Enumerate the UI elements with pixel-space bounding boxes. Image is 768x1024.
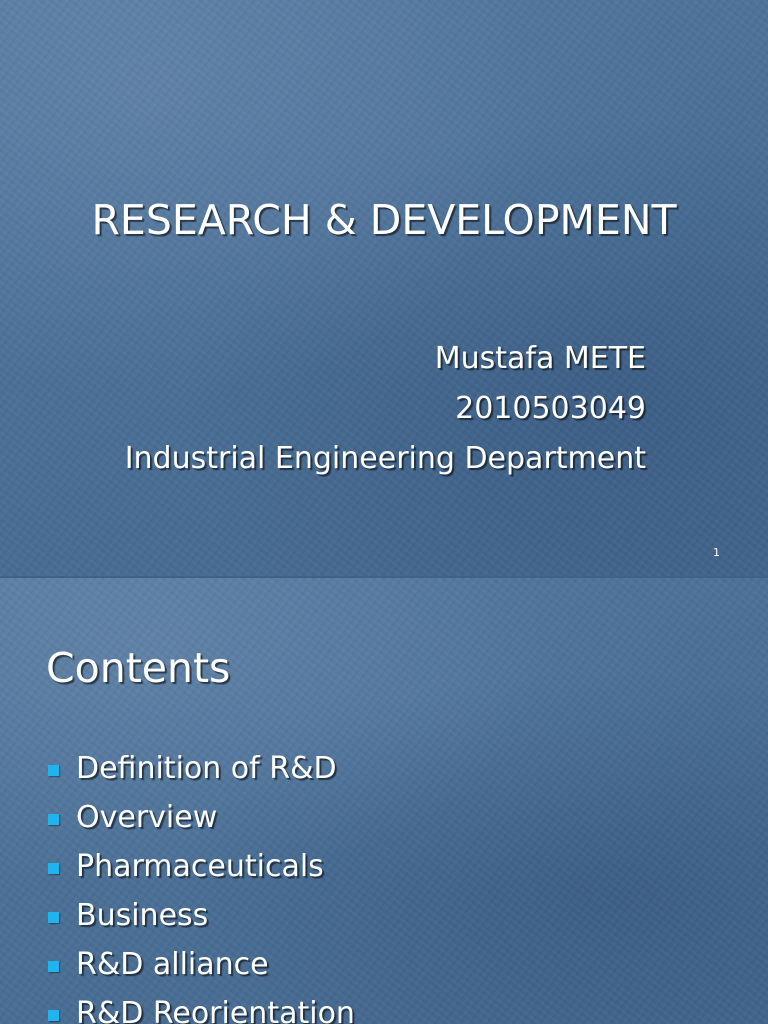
list-item: Business xyxy=(48,891,355,940)
list-item-label: Overview xyxy=(76,800,218,835)
square-bullet-icon xyxy=(48,765,59,776)
list-item-label: R&D Reorientation xyxy=(76,996,355,1024)
list-item-label: Definition of R&D xyxy=(76,751,337,786)
list-item: R&D Reorientation xyxy=(48,989,355,1024)
list-item: R&D alliance xyxy=(48,940,355,989)
contents-list: Definition of R&D Overview Pharmaceutica… xyxy=(48,744,355,1024)
author-block: Mustafa METE 2010503049 Industrial Engin… xyxy=(125,334,646,484)
title-slide: RESEARCH & DEVELOPMENT Mustafa METE 2010… xyxy=(0,0,768,576)
square-bullet-icon xyxy=(48,912,59,923)
list-item: Overview xyxy=(48,793,355,842)
contents-heading: Contents xyxy=(46,644,231,692)
author-name: Mustafa METE xyxy=(434,341,646,376)
list-item-label: Business xyxy=(76,898,209,933)
contents-slide: Contents Definition of R&D Overview Phar… xyxy=(0,578,768,1024)
list-item: Pharmaceuticals xyxy=(48,842,355,891)
square-bullet-icon xyxy=(48,814,59,825)
list-item-label: Pharmaceuticals xyxy=(76,849,324,884)
square-bullet-icon xyxy=(48,863,59,874)
square-bullet-icon xyxy=(48,1010,59,1021)
department-name: Industrial Engineering Department xyxy=(124,441,646,476)
slide-title: RESEARCH & DEVELOPMENT xyxy=(91,196,677,244)
slide-number: 1 xyxy=(713,546,720,559)
student-id: 2010503049 xyxy=(455,391,646,426)
square-bullet-icon xyxy=(48,961,59,972)
list-item-label: R&D alliance xyxy=(76,947,269,982)
list-item: Definition of R&D xyxy=(48,744,355,793)
